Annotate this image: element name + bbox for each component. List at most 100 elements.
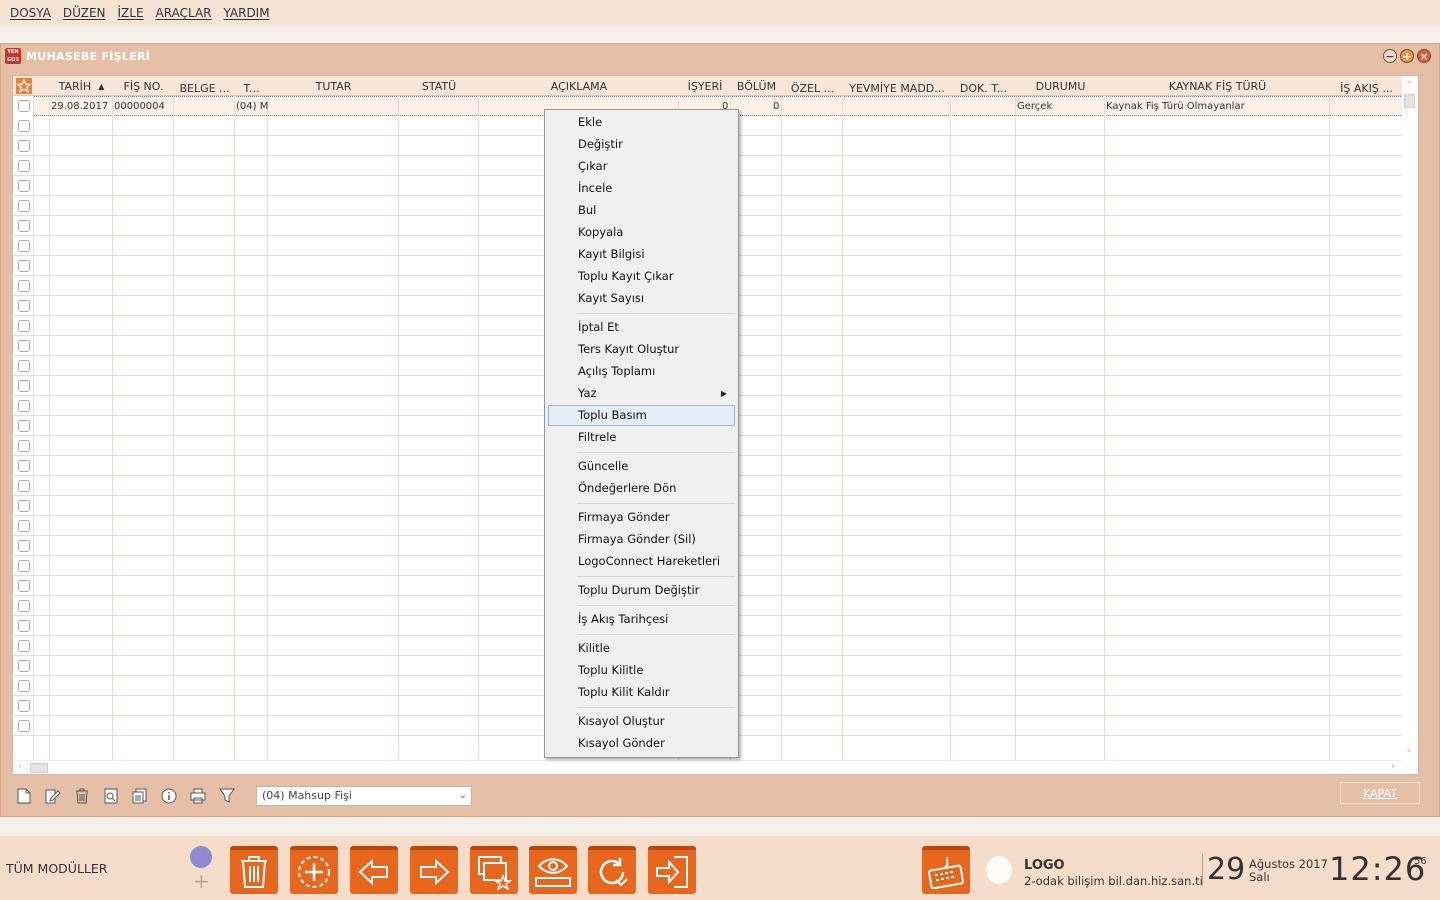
- row-checkbox[interactable]: [18, 700, 30, 712]
- close-button[interactable]: KAPAT: [1340, 782, 1420, 804]
- menu-item-16[interactable]: Öndeğerlere Dön: [548, 478, 735, 499]
- row-checkbox[interactable]: [18, 220, 30, 232]
- row-checkbox[interactable]: [18, 520, 30, 532]
- col-header-isyeri[interactable]: İŞYERİ: [679, 76, 731, 96]
- menu-item-14[interactable]: Filtrele: [548, 427, 735, 448]
- menu-item-10[interactable]: Ters Kayıt Oluştur: [548, 339, 735, 360]
- col-header-ozel[interactable]: ÖZEL ...: [782, 78, 843, 98]
- trash-icon[interactable]: [230, 846, 278, 894]
- add-icon[interactable]: +: [193, 869, 210, 893]
- menu-item-21[interactable]: İş Akış Tarihçesi: [548, 609, 735, 630]
- row-checkbox[interactable]: [18, 500, 30, 512]
- col-header-yevmiye[interactable]: YEVMİYE MADD...: [843, 78, 951, 98]
- row-checkbox[interactable]: [18, 340, 30, 352]
- edit-document-icon[interactable]: [43, 786, 63, 806]
- row-checkbox[interactable]: [18, 100, 30, 112]
- vertical-scrollbar[interactable]: ⌃ ⌄: [1402, 76, 1418, 774]
- menu-yardim[interactable]: YARDIM: [218, 6, 276, 20]
- menu-item-19[interactable]: LogoConnect Hareketleri: [548, 551, 735, 572]
- row-checkbox[interactable]: [18, 580, 30, 592]
- row-checkbox[interactable]: [18, 160, 30, 172]
- menu-item-3[interactable]: İncele: [548, 178, 735, 199]
- vertical-scroll-thumb[interactable]: [1404, 94, 1415, 108]
- col-header-is-akis[interactable]: İŞ AKIŞ ...: [1330, 78, 1403, 98]
- col-header-statu[interactable]: STATÜ: [399, 76, 479, 96]
- delete-icon[interactable]: [72, 786, 92, 806]
- menu-item-13[interactable]: Toplu Basım: [548, 405, 735, 426]
- cell-tarih[interactable]: 29.08.2017: [51, 98, 108, 116]
- col-header-tarih[interactable]: TARİH ▲: [50, 76, 113, 96]
- horizontal-scroll-thumb[interactable]: [30, 763, 48, 773]
- menu-araclar[interactable]: ARAÇLAR: [150, 6, 218, 20]
- col-header-t[interactable]: T...: [235, 78, 268, 98]
- row-checkbox[interactable]: [18, 640, 30, 652]
- back-arrow-icon[interactable]: [350, 846, 398, 894]
- col-header-belge[interactable]: BELGE ...: [174, 78, 235, 98]
- keyboard-icon[interactable]: [922, 846, 970, 894]
- menu-item-15[interactable]: Güncelle: [548, 456, 735, 477]
- row-checkbox[interactable]: [18, 360, 30, 372]
- col-header-bolum[interactable]: BÖLÜM: [731, 76, 782, 96]
- col-header-dok[interactable]: DOK. T...: [951, 78, 1016, 98]
- menu-item-4[interactable]: Bul: [548, 200, 735, 221]
- row-checkbox[interactable]: [18, 140, 30, 152]
- menu-item-12[interactable]: Yaz ▶: [548, 383, 735, 404]
- col-header-durumu[interactable]: DURUMU: [1016, 76, 1105, 96]
- status-dot-icon[interactable]: [190, 846, 212, 868]
- new-document-icon[interactable]: [14, 786, 34, 806]
- scroll-left-icon[interactable]: ‹: [18, 761, 22, 772]
- row-checkbox[interactable]: [18, 400, 30, 412]
- horizontal-scrollbar[interactable]: ‹ ›: [13, 760, 1403, 774]
- row-checkbox[interactable]: [18, 540, 30, 552]
- row-checkbox[interactable]: [18, 280, 30, 292]
- row-checkbox[interactable]: [18, 600, 30, 612]
- col-header-tutar[interactable]: TUTAR: [268, 76, 399, 96]
- menu-dosya[interactable]: DOSYA: [4, 6, 57, 20]
- row-checkbox[interactable]: [18, 680, 30, 692]
- row-checkbox[interactable]: [18, 420, 30, 432]
- close-icon[interactable]: ×: [1417, 49, 1431, 63]
- row-checkbox[interactable]: [18, 320, 30, 332]
- cell-fis-no[interactable]: 00000004: [114, 98, 165, 116]
- menu-item-7[interactable]: Toplu Kayıt Çıkar: [548, 266, 735, 287]
- row-checkbox[interactable]: [18, 260, 30, 272]
- forward-arrow-icon[interactable]: [410, 846, 458, 894]
- col-header-aciklama[interactable]: AÇIKLAMA: [479, 76, 679, 96]
- menu-item-22[interactable]: Kilitle: [548, 638, 735, 659]
- print-icon[interactable]: [188, 786, 208, 806]
- eye-icon[interactable]: [529, 846, 577, 894]
- info-icon[interactable]: [159, 786, 179, 806]
- row-checkbox[interactable]: [18, 560, 30, 572]
- window-star-icon[interactable]: [470, 846, 518, 894]
- menu-item-18[interactable]: Firmaya Gönder (Sil): [548, 529, 735, 550]
- menu-item-1[interactable]: Değiştir: [548, 134, 735, 155]
- cell-kaynak[interactable]: Kaynak Fiş Türü Olmayanlar: [1106, 98, 1245, 116]
- row-checkbox[interactable]: [18, 480, 30, 492]
- cell-bolum[interactable]: 0: [773, 98, 779, 116]
- exit-icon[interactable]: [648, 846, 696, 894]
- menu-item-0[interactable]: Ekle: [548, 112, 735, 133]
- copy-icon[interactable]: [130, 786, 150, 806]
- menu-item-23[interactable]: Toplu Kilitle: [548, 660, 735, 681]
- chevron-down-icon[interactable]: ⌄: [459, 787, 467, 805]
- inspect-icon[interactable]: [101, 786, 121, 806]
- menu-item-5[interactable]: Kopyala: [548, 222, 735, 243]
- menu-item-9[interactable]: İptal Et: [548, 317, 735, 338]
- favorite-star-icon[interactable]: [15, 76, 33, 96]
- filter-icon[interactable]: [217, 786, 237, 806]
- menu-item-20[interactable]: Toplu Durum Değiştir: [548, 580, 735, 601]
- cell-t[interactable]: (04) M: [236, 98, 268, 116]
- row-checkbox[interactable]: [18, 120, 30, 132]
- row-checkbox[interactable]: [18, 460, 30, 472]
- menu-item-24[interactable]: Toplu Kilit Kaldır: [548, 682, 735, 703]
- col-header-fis-no[interactable]: FİŞ NO.: [113, 76, 174, 96]
- menu-item-8[interactable]: Kayıt Sayısı: [548, 288, 735, 309]
- menu-item-11[interactable]: Açılış Toplamı: [548, 361, 735, 382]
- refresh-icon[interactable]: [588, 846, 636, 894]
- row-checkbox[interactable]: [18, 180, 30, 192]
- row-checkbox[interactable]: [18, 440, 30, 452]
- cell-durumu[interactable]: Gerçek: [1017, 98, 1052, 116]
- row-checkbox[interactable]: [18, 660, 30, 672]
- row-checkbox[interactable]: [18, 380, 30, 392]
- menu-item-2[interactable]: Çıkar: [548, 156, 735, 177]
